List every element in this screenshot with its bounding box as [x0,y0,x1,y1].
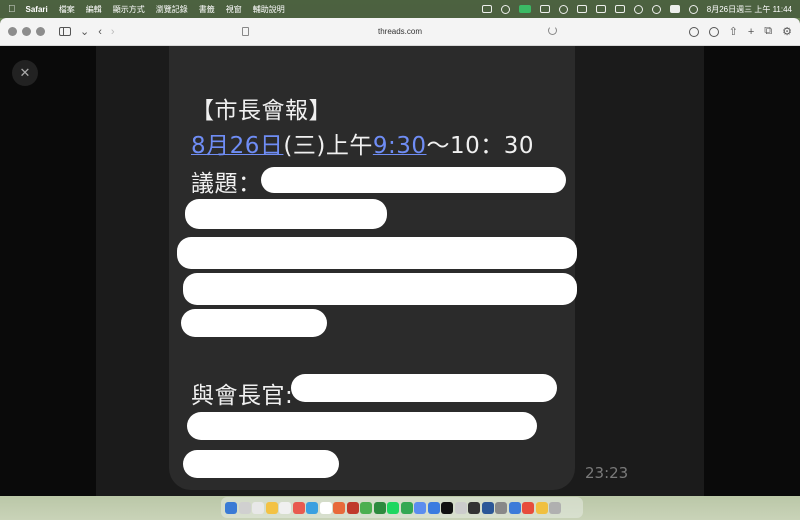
zoom-window-button[interactable] [36,27,45,36]
dock-app-icon[interactable] [414,501,426,514]
new-tab-plus-icon[interactable]: + [748,26,754,38]
dock-app-icon[interactable] [265,501,278,514]
toolbar-right-group: ⇧ + ⧉ ⚙ [688,25,792,38]
dock-app-icon[interactable] [333,501,345,514]
dock-app-icon[interactable] [346,501,359,514]
history-clock-icon[interactable] [708,26,719,37]
sidebar-toggle-button[interactable] [59,27,71,36]
sidebar-icon [59,27,71,36]
dock-app-icon[interactable] [495,501,507,514]
date-link[interactable]: 8月26日 [191,133,283,159]
battery-small-icon[interactable] [576,5,587,13]
menu-help[interactable]: 輔助說明 [253,4,285,15]
tab-groups-chevron-down-icon[interactable]: ⌄ [80,25,89,38]
screen-icon[interactable] [481,5,492,13]
redaction-mark [183,273,577,305]
close-icon: ✕ [19,65,31,80]
search-icon[interactable] [651,4,661,14]
menu-app-name[interactable]: Safari [26,5,48,14]
left-backdrop [0,46,96,496]
dock-app-icon[interactable] [360,501,372,514]
status-icon[interactable] [558,4,568,14]
time-link[interactable]: 9:30 [373,133,427,159]
redaction-mark [261,167,566,193]
agenda-label: 議題： [191,171,262,197]
menu-clock[interactable]: 8月26日週三 上午 11:44 [707,4,792,15]
dock-app-icon[interactable] [238,501,251,514]
settings-gear-icon[interactable]: ⚙ [782,25,792,38]
dock-app-icon[interactable] [306,501,318,514]
battery-icon[interactable] [614,5,625,13]
weekday-text: (三)上午 [283,133,373,159]
dock-app-icon[interactable] [535,501,548,514]
time-end-text: ～10：30 [426,133,535,159]
dock-app-icon[interactable] [319,501,332,514]
redaction-mark [185,199,387,229]
wifi-icon[interactable] [633,4,643,14]
close-window-button[interactable] [8,27,17,36]
tab-overview-icon[interactable]: ⧉ [764,25,772,38]
menu-extras: 8月26日週三 上午 11:44 [481,4,792,15]
redaction-mark [181,309,327,337]
minimize-window-button[interactable] [22,27,31,36]
macos-menu-bar:  Safari 檔案 編輯 顯示方式 瀏覽記錄 書籤 視窗 輔助說明 8月26… [0,0,800,18]
share-icon[interactable]: ⇧ [729,25,738,38]
redaction-mark [177,237,577,269]
dock-app-icon[interactable] [387,501,399,514]
brightness-icon[interactable] [500,4,510,14]
close-viewer-button[interactable]: ✕ [12,60,38,86]
dock-app-icon[interactable] [427,501,440,514]
dock-app-icon[interactable] [252,501,264,514]
safari-window: ⌄ ‹ › threads.com ⇧ + ⧉ ⚙ ✕ 【市長會報】 8月26日… [0,18,800,496]
reload-icon[interactable] [548,26,557,35]
dock-app-icon[interactable] [468,501,480,514]
address-bar[interactable]: threads.com [378,27,422,36]
dock-app-icon[interactable] [225,501,237,514]
url-text: threads.com [377,27,423,36]
message-timestamp: 23:23 [585,464,629,482]
redaction-mark [183,450,339,478]
dock-app-icon[interactable] [481,501,494,514]
safari-toolbar: ⌄ ‹ › threads.com ⇧ + ⧉ ⚙ [0,18,800,46]
post-schedule-line: 8月26日(三)上午9:30～10：30 [191,126,534,160]
input-method-icon[interactable] [595,5,606,13]
dock-app-icon[interactable] [508,501,521,514]
notion-icon[interactable] [539,5,550,13]
siri-icon[interactable] [688,4,698,14]
control-center-icon[interactable] [669,5,680,13]
dock-app-icon[interactable] [522,501,534,514]
menu-window[interactable]: 視窗 [226,4,242,15]
menu-view[interactable]: 顯示方式 [113,4,145,15]
forward-button[interactable]: › [111,26,115,38]
redaction-mark [291,374,557,402]
dock-app-icon[interactable] [549,501,561,514]
reader-mode-icon[interactable] [242,27,249,36]
attendees-label: 與會長官: [191,383,294,409]
dock-app-icon[interactable] [454,501,467,514]
menu-edit[interactable]: 編輯 [86,4,102,15]
macos-dock [221,497,583,518]
right-backdrop [704,46,800,496]
download-icon[interactable] [688,26,699,37]
dock-app-icon[interactable] [400,501,413,514]
menu-history[interactable]: 瀏覽記錄 [156,4,188,15]
dock-app-icon[interactable] [279,501,291,514]
apple-menu-icon[interactable]:  [8,4,16,15]
dock-app-icon[interactable] [292,501,305,514]
dock-app-icon[interactable] [373,501,386,514]
line-icon[interactable] [518,5,531,13]
back-button[interactable]: ‹ [98,26,102,38]
message-bubble: 【市長會報】 8月26日(三)上午9:30～10：30 議題： 與會長官: [169,46,577,490]
dock-app-icon[interactable] [441,501,453,514]
post-heading: 【市長會報】 [191,98,332,124]
menu-bookmarks[interactable]: 書籤 [199,4,215,15]
redaction-mark [187,412,537,440]
threads-page: ✕ 【市長會報】 8月26日(三)上午9:30～10：30 議題： 與會長官: … [0,46,800,496]
menu-file[interactable]: 檔案 [59,4,75,15]
